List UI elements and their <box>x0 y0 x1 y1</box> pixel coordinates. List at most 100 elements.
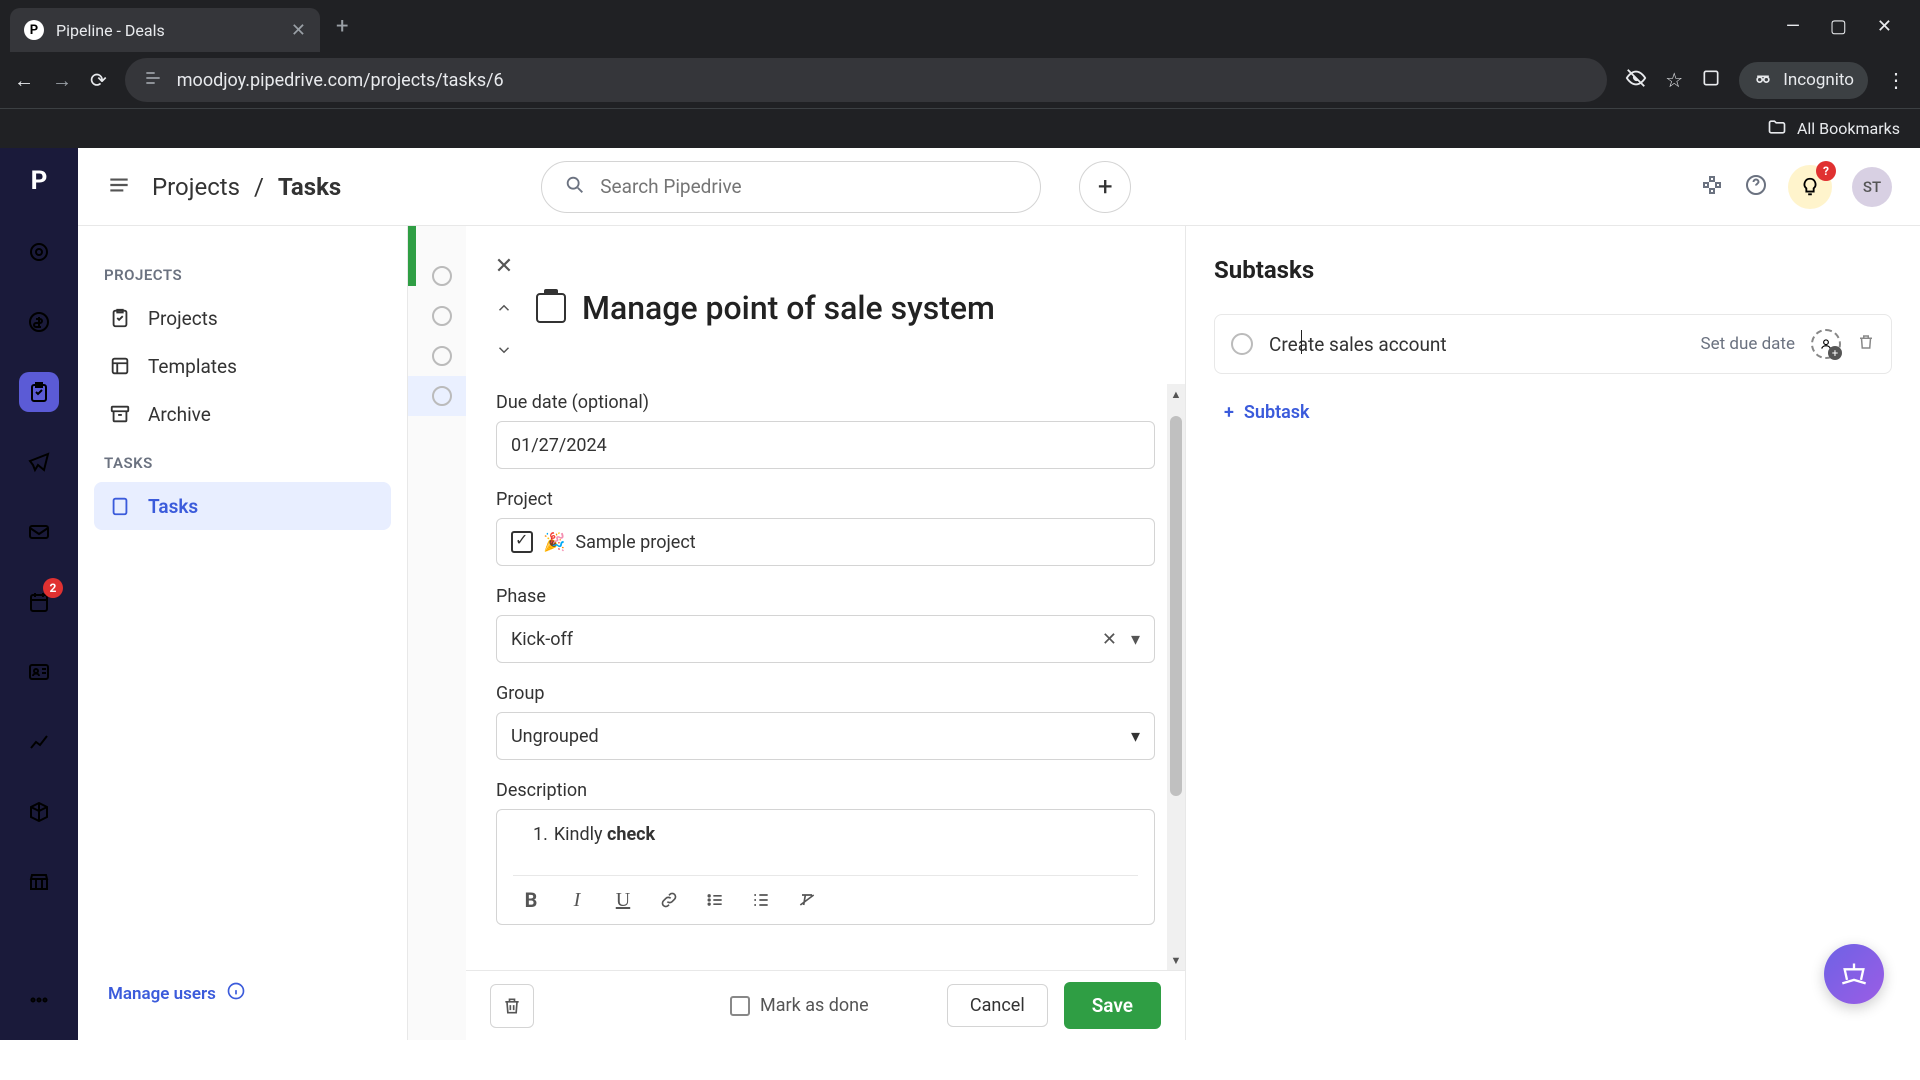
next-task-icon[interactable] <box>486 332 522 368</box>
help-icon[interactable] <box>1744 173 1768 201</box>
bullet-list-icon[interactable] <box>701 886 729 914</box>
subtask-item[interactable]: Create sales account Set due date <box>1214 314 1892 374</box>
group-value: Ungrouped <box>511 726 599 747</box>
browser-menu-icon[interactable]: ⋮ <box>1886 68 1906 92</box>
ordered-list-icon[interactable] <box>747 886 775 914</box>
close-window-icon[interactable]: ✕ <box>1877 16 1892 37</box>
sidebar: PROJECTS Projects Templates Archive TASK… <box>78 226 408 1040</box>
clear-format-icon[interactable] <box>793 886 821 914</box>
underline-icon[interactable]: U <box>609 886 637 914</box>
subtask-checkbox[interactable] <box>1231 333 1253 355</box>
brand-logo[interactable]: P <box>31 166 48 196</box>
project-input[interactable]: 🎉 Sample project <box>496 518 1155 566</box>
description-editor[interactable]: 1.Kindly check B I U <box>496 809 1155 925</box>
scroll-up-icon[interactable]: ▲ <box>1171 384 1182 404</box>
archive-icon <box>108 402 132 426</box>
help-fab[interactable] <box>1824 944 1884 1004</box>
delete-subtask-icon[interactable] <box>1857 333 1875 356</box>
project-label: Project <box>496 489 1155 510</box>
sidebar-item-tasks[interactable]: Tasks <box>94 482 391 530</box>
project-value: Sample project <box>575 532 695 553</box>
rail-more-icon[interactable] <box>19 980 59 1020</box>
rail-item-contacts[interactable] <box>19 652 59 692</box>
insights-bulb[interactable]: ? <box>1788 165 1832 209</box>
rail-item-mail[interactable] <box>19 512 59 552</box>
plus-icon: + <box>1224 402 1234 423</box>
italic-icon[interactable]: I <box>563 886 591 914</box>
due-date-input[interactable]: 01/27/2024 <box>496 421 1155 469</box>
menu-toggle-icon[interactable] <box>106 172 132 202</box>
scroll-down-icon[interactable]: ▼ <box>1171 950 1182 970</box>
addr-right: ☆ Incognito ⋮ <box>1625 62 1906 99</box>
sidebar-item-templates[interactable]: Templates <box>94 342 391 390</box>
close-modal-icon[interactable]: ✕ <box>486 248 522 284</box>
rail-item-activities[interactable]: 2 <box>19 582 59 622</box>
modal-footer: Mark as done Cancel Save <box>466 970 1185 1040</box>
form-scrollbar[interactable]: ▲ ▼ <box>1167 384 1185 970</box>
url-bar[interactable]: moodjoy.pipedrive.com/projects/tasks/6 <box>125 58 1608 102</box>
group-select[interactable]: Ungrouped ▾ <box>496 712 1155 760</box>
rail-item-deals[interactable] <box>19 302 59 342</box>
add-subtask-button[interactable]: + Subtask <box>1214 394 1892 431</box>
extensions-icon[interactable] <box>1701 68 1721 93</box>
search-icon <box>564 174 586 200</box>
maximize-icon[interactable]: ▢ <box>1830 16 1847 37</box>
rail-item-target[interactable] <box>19 232 59 272</box>
field-group: Group Ungrouped ▾ <box>496 683 1155 760</box>
search-input[interactable] <box>600 175 1018 198</box>
new-tab-button[interactable]: + <box>326 8 358 45</box>
set-due-date-link[interactable]: Set due date <box>1701 334 1796 354</box>
rail-item-projects[interactable] <box>19 372 59 412</box>
bookmark-star-icon[interactable]: ☆ <box>1665 68 1683 92</box>
group-label: Group <box>496 683 1155 704</box>
delete-task-button[interactable] <box>490 984 534 1028</box>
content-area: ✕ Manage point of sale system <box>408 226 1920 1040</box>
prev-task-icon[interactable] <box>486 290 522 326</box>
assignee-picker-icon[interactable] <box>1811 329 1841 359</box>
rail-item-insights[interactable] <box>19 722 59 762</box>
rail-item-marketplace[interactable] <box>19 862 59 902</box>
incognito-indicator[interactable]: Incognito <box>1739 62 1868 99</box>
sidebar-item-projects[interactable]: Projects <box>94 294 391 342</box>
app-header: Projects / Tasks + ? ST <box>78 148 1920 226</box>
scrollbar-thumb[interactable] <box>1170 416 1182 796</box>
text-caret <box>1301 330 1302 354</box>
phase-select[interactable]: Kick-off ✕ ▾ <box>496 615 1155 663</box>
mark-done-checkbox[interactable]: Mark as done <box>730 995 869 1016</box>
search-box[interactable] <box>541 161 1041 213</box>
nav-rail: P 2 <box>0 148 78 1040</box>
save-button[interactable]: Save <box>1064 982 1161 1029</box>
minimize-icon[interactable]: — <box>1786 16 1800 37</box>
clear-phase-icon[interactable]: ✕ <box>1102 629 1117 650</box>
subtask-text[interactable]: Create sales account <box>1269 333 1447 356</box>
breadcrumb: Projects / Tasks <box>152 173 341 201</box>
cancel-button[interactable]: Cancel <box>947 984 1048 1027</box>
add-button[interactable]: + <box>1079 161 1131 213</box>
user-avatar[interactable]: ST <box>1852 167 1892 207</box>
app-main: Projects / Tasks + ? ST PRO <box>78 148 1920 1040</box>
browser-tab[interactable]: P Pipeline - Deals ✕ <box>10 8 320 52</box>
description-text[interactable]: 1.Kindly check <box>513 824 1138 845</box>
back-icon[interactable]: ← <box>14 68 34 93</box>
all-bookmarks-link[interactable]: All Bookmarks <box>1797 119 1900 138</box>
rail-item-products[interactable] <box>19 792 59 832</box>
bulb-badge: ? <box>1816 161 1836 181</box>
dropdown-icon[interactable]: ▾ <box>1131 629 1140 650</box>
site-info-icon[interactable] <box>143 68 163 93</box>
manage-users-link[interactable]: Manage users <box>94 971 391 1016</box>
sidebar-item-label: Templates <box>148 355 237 378</box>
dropdown-icon[interactable]: ▾ <box>1131 726 1140 747</box>
rail-item-campaigns[interactable] <box>19 442 59 482</box>
sidebar-section-tasks: TASKS <box>104 454 381 472</box>
link-icon[interactable] <box>655 886 683 914</box>
apps-icon[interactable] <box>1700 173 1724 201</box>
bold-icon[interactable]: B <box>517 886 545 914</box>
incognito-icon <box>1753 68 1773 93</box>
sidebar-item-archive[interactable]: Archive <box>94 390 391 438</box>
field-project: Project 🎉 Sample project <box>496 489 1155 566</box>
modal-title[interactable]: Manage point of sale system <box>582 289 995 327</box>
tab-close-icon[interactable]: ✕ <box>291 20 306 41</box>
breadcrumb-root[interactable]: Projects <box>152 173 240 201</box>
eye-off-icon[interactable] <box>1625 67 1647 94</box>
reload-icon[interactable]: ⟳ <box>90 68 107 92</box>
